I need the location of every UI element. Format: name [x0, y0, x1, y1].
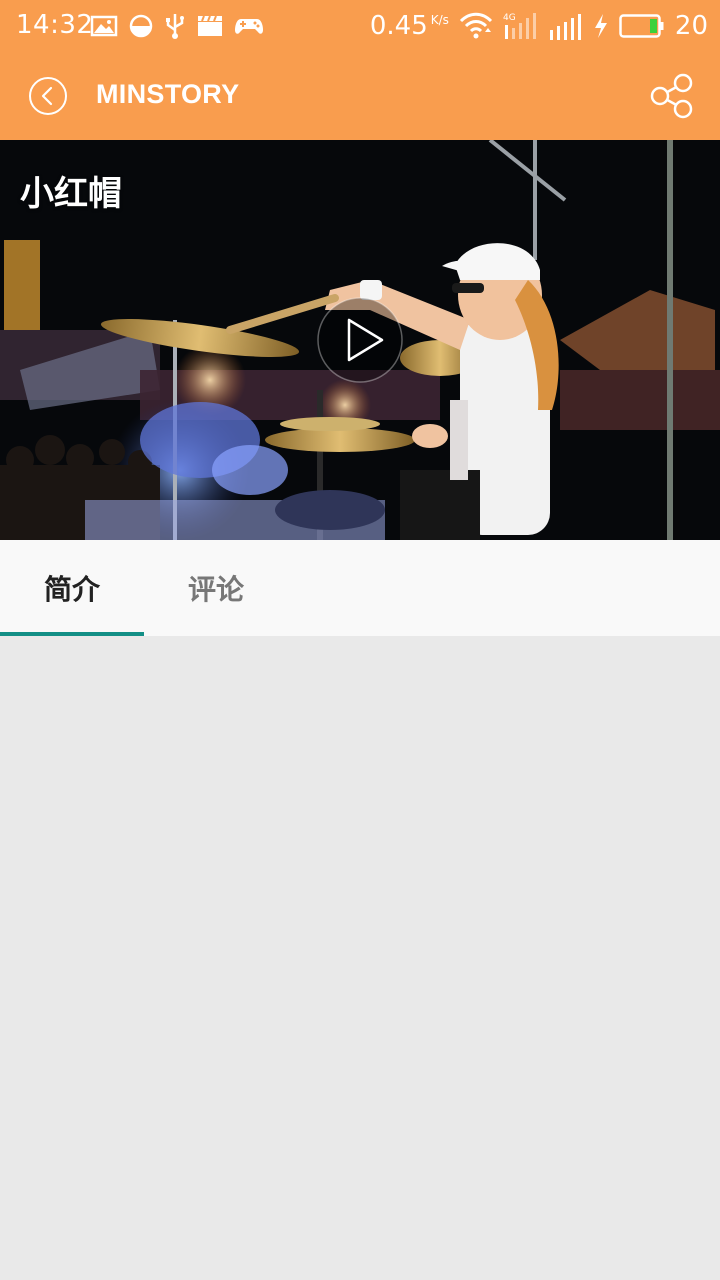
tab-bar: 简介 评论	[0, 540, 720, 636]
back-circle-icon[interactable]	[28, 76, 68, 116]
gamepad-icon	[235, 19, 263, 34]
tab-intro[interactable]: 简介	[0, 540, 144, 636]
signal-4g-icon: 4G	[503, 13, 536, 39]
app-title: MINSTORY	[96, 79, 240, 109]
play-icon[interactable]	[316, 296, 404, 384]
share-icon[interactable]	[648, 72, 696, 120]
video-player[interactable]: 小红帽	[0, 140, 720, 540]
charging-icon	[594, 14, 607, 38]
usb-icon	[166, 14, 184, 39]
network-type-label: 4G	[503, 13, 516, 23]
image-icon	[90, 15, 118, 37]
network-speed-unit: K/s	[430, 13, 449, 27]
clapperboard-icon	[198, 15, 222, 36]
app-bar: MINSTORY	[0, 52, 720, 140]
signal-icon	[549, 14, 581, 40]
network-speed: 0.45 K/s	[370, 11, 449, 41]
tab-content	[0, 636, 720, 1280]
network-speed-value: 0.45	[369, 11, 428, 41]
video-title: 小红帽	[20, 174, 122, 214]
battery-level: 20	[674, 11, 708, 41]
status-notification-icons	[90, 12, 264, 40]
status-system-icons: 0.45 K/s 4G 20	[370, 10, 708, 42]
wifi-icon	[459, 12, 492, 39]
status-time: 14:32	[16, 10, 94, 40]
tab-comments[interactable]: 评论	[144, 540, 288, 636]
status-bar: 14:32 0.45 K/s 4G 20	[0, 0, 720, 52]
battery-icon	[619, 14, 664, 38]
app-screen: 14:32 0.45 K/s 4G 20 MINSTORY 小红帽 简介 评论	[0, 0, 720, 1280]
data-saver-icon	[129, 14, 153, 38]
